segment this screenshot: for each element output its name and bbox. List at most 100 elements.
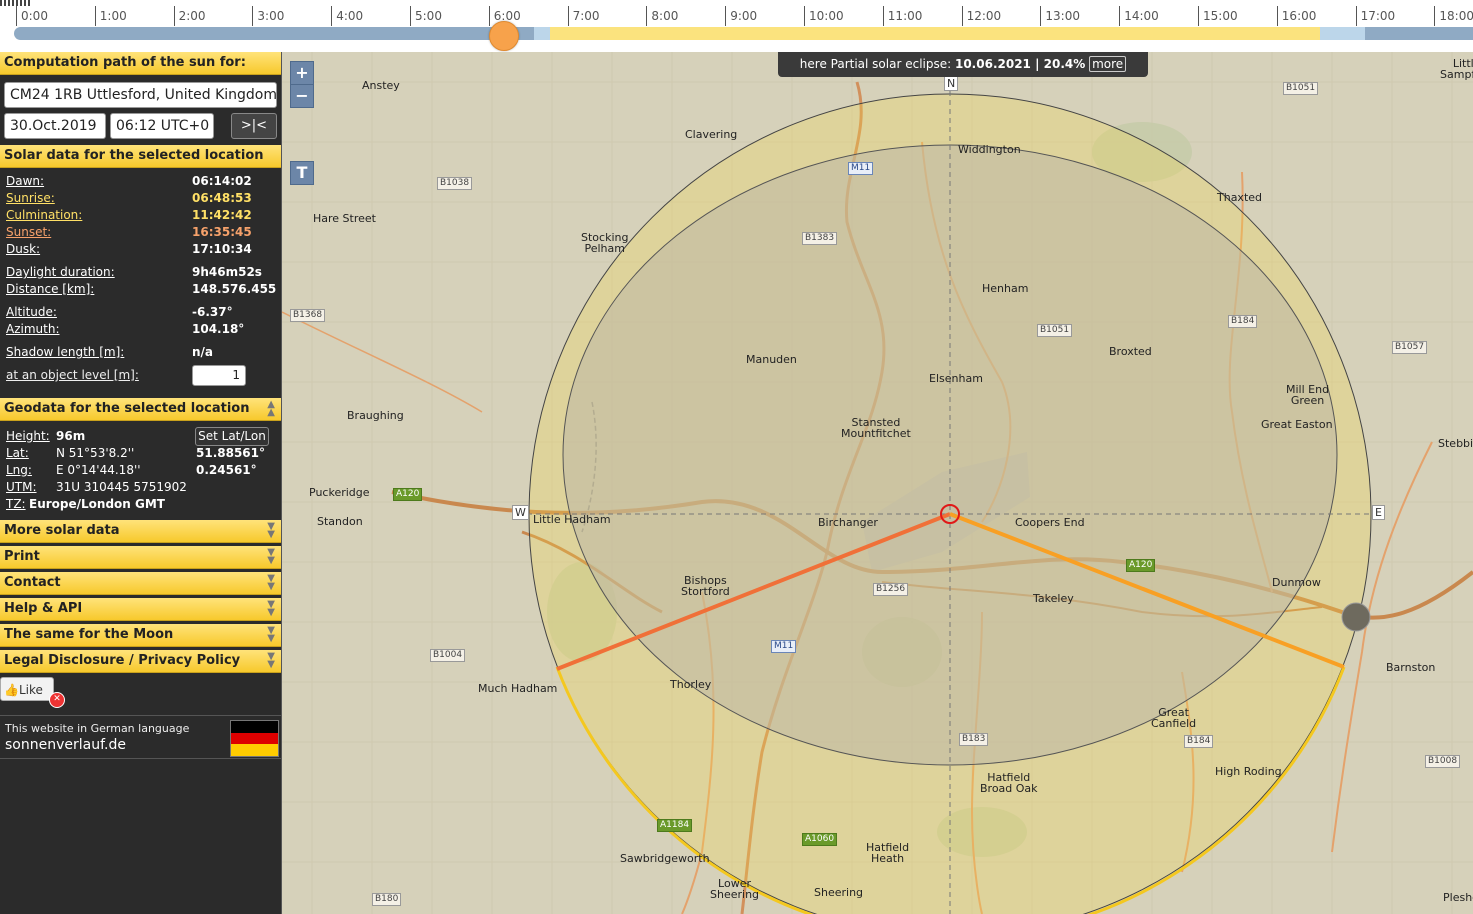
place-label: Bishops Stortford (681, 574, 730, 598)
timeline-hour-label: 9:00 (725, 6, 757, 26)
road-label: A120 (1126, 559, 1156, 572)
twilight-evening (1320, 27, 1365, 40)
road-label: B1038 (437, 177, 473, 190)
solar-row-label[interactable]: Altitude: (6, 305, 57, 319)
zoom-out-button[interactable]: − (290, 84, 314, 108)
solar-row-value: 104.18° (192, 322, 245, 336)
place-label: Sawbridgeworth (620, 852, 710, 865)
solar-row-value: 148.576.455 (192, 282, 277, 296)
lat-label: Lat: (6, 446, 29, 460)
solar-row-label[interactable]: Dusk: (6, 242, 40, 256)
zoom-in-button[interactable]: + (290, 61, 314, 85)
road-label: A120 (393, 488, 423, 501)
road-label: B1004 (430, 649, 466, 662)
height-value: 96m (56, 429, 86, 443)
solar-row-label[interactable]: Sunrise: (6, 191, 55, 205)
place-label: Birchanger (818, 516, 878, 529)
solar-row-value: n/a (192, 345, 214, 359)
solar-row-label[interactable]: Sunset: (6, 225, 51, 239)
facebook-like-button[interactable]: 👍Like (0, 677, 54, 701)
like-label: Like (18, 683, 43, 697)
menu-item[interactable]: Contact ▼ ▼ (0, 572, 281, 595)
set-latlon-button[interactable]: Set Lat/Lon (195, 427, 269, 446)
utm-row: UTM: 31U 310445 5751902 (6, 480, 278, 497)
road-label: B183 (959, 733, 989, 746)
expand-down-icon[interactable]: ▼ ▼ (267, 574, 275, 592)
place-label: Dunmow (1272, 576, 1321, 589)
place-label: Little Hadham (533, 513, 611, 526)
map-view[interactable]: Anstey Clavering Widdington Thaxted Hare Str… (282, 52, 1473, 914)
solar-row-label[interactable]: Dawn: (6, 174, 44, 188)
road-label: B184 (1228, 315, 1258, 328)
address-input[interactable]: CM24 1RB Uttlesford, United Kingdom (4, 82, 277, 108)
solar-row-label[interactable]: Shadow length [m]: (6, 345, 124, 359)
solar-row: Daylight duration: 9h46m52s (6, 265, 278, 282)
solar-row-value: 9h46m52s (192, 265, 262, 279)
time-slider-handle[interactable] (489, 21, 519, 51)
solar-row-value: -6.37° (192, 305, 233, 319)
solar-row-value: 11:42:42 (192, 208, 252, 222)
collapse-up-icon[interactable]: ▲ ▲ (267, 400, 275, 418)
lng-dms: E 0°14'44.18'' (56, 463, 141, 477)
tool-button[interactable]: T (290, 161, 314, 185)
date-input[interactable]: 30.Oct.2019 (4, 113, 106, 139)
expand-down-icon[interactable]: ▼ ▼ (267, 522, 275, 540)
menu-item-label: Help & API (4, 601, 83, 616)
time-input[interactable]: 06:12 UTC+0 (110, 113, 214, 139)
place-label: Coopers End (1015, 516, 1085, 529)
solar-row-value: 06:14:02 (192, 174, 252, 188)
place-label: Great Canfield (1151, 706, 1197, 730)
object-level-input[interactable]: 1 (192, 365, 246, 386)
place-label: Great Easton (1261, 418, 1333, 431)
place-label: Henham (982, 282, 1029, 295)
expand-down-icon[interactable]: ▼ ▼ (267, 626, 275, 644)
menu-item-label: More solar data (4, 523, 120, 538)
expand-down-icon[interactable]: ▼ ▼ (267, 548, 275, 566)
geo-heading[interactable]: Geodata for the selected location ▲ ▲ (0, 398, 281, 421)
menu-item[interactable]: More solar data ▼ ▼ (0, 520, 281, 543)
solar-row-label[interactable]: Distance [km]: (6, 282, 94, 296)
german-site-link[interactable]: This website in German language sonnenve… (0, 715, 281, 759)
lng-row: Lng: E 0°14'44.18'' 0.24561° (6, 463, 278, 480)
solar-row-label[interactable]: Daylight duration: (6, 265, 115, 279)
timeline-hour-label: 14:00 (1119, 6, 1159, 26)
expand-down-icon[interactable]: ▼ ▼ (267, 652, 275, 670)
menu-item[interactable]: Help & API ▼ ▼ (0, 598, 281, 621)
road-label: M11 (771, 640, 797, 653)
expand-down-icon[interactable]: ▼ ▼ (267, 600, 275, 618)
road-label: B184 (1184, 735, 1214, 748)
place-label: Stebbing (1438, 437, 1473, 450)
solar-row: Sunrise: 06:48:53 (6, 191, 278, 208)
solar-row: Altitude: -6.37° (6, 305, 278, 322)
menu-item[interactable]: Print ▼ ▼ (0, 546, 281, 569)
tz-value: Europe/London GMT (29, 497, 165, 511)
lng-label: Lng: (6, 463, 32, 477)
place-label: Manuden (746, 353, 797, 366)
place-label: High Roding (1215, 765, 1282, 778)
timeline-hour-label: 18:00 (1434, 6, 1473, 26)
place-label: Hatfield Broad Oak (980, 771, 1038, 795)
menu-item[interactable]: The same for the Moon ▼ ▼ (0, 624, 281, 647)
no-tracking-icon[interactable]: ✕ (49, 692, 65, 708)
geo-heading-label: Geodata for the selected location (4, 401, 250, 416)
timeline-track[interactable] (14, 27, 1473, 40)
place-label: Braughing (347, 409, 404, 422)
tz-row: TZ: Europe/London GMT (6, 497, 278, 514)
solar-row-label[interactable]: Azimuth: (6, 322, 60, 336)
menu-item-label: Print (4, 549, 40, 564)
utm-label: UTM: (6, 480, 37, 494)
eclipse-more-button[interactable]: more (1089, 56, 1127, 72)
place-label: Thorley (670, 678, 712, 691)
menu-item[interactable]: Legal Disclosure / Privacy Policy ▼ ▼ (0, 650, 281, 673)
solar-row-label[interactable]: Culmination: (6, 208, 82, 222)
reset-time-button[interactable]: >|< (231, 113, 277, 139)
timeline-bar[interactable]: 0:00 1:00 2:00 3:00 4:00 5:00 6:00 7:00 8:00 9:00… (0, 0, 1473, 52)
eclipse-value: 10.06.2021 | 20.4% (954, 57, 1086, 71)
compass-north: N (944, 76, 959, 91)
solar-row: Dawn: 06:14:02 (6, 174, 278, 191)
compass-east: E (1372, 505, 1385, 520)
place-label: Stansted Mountfitchet (841, 416, 911, 440)
place-label: Standon (317, 515, 363, 528)
solar-heading: Solar data for the selected location (0, 145, 281, 168)
german-flag-icon (230, 720, 279, 757)
